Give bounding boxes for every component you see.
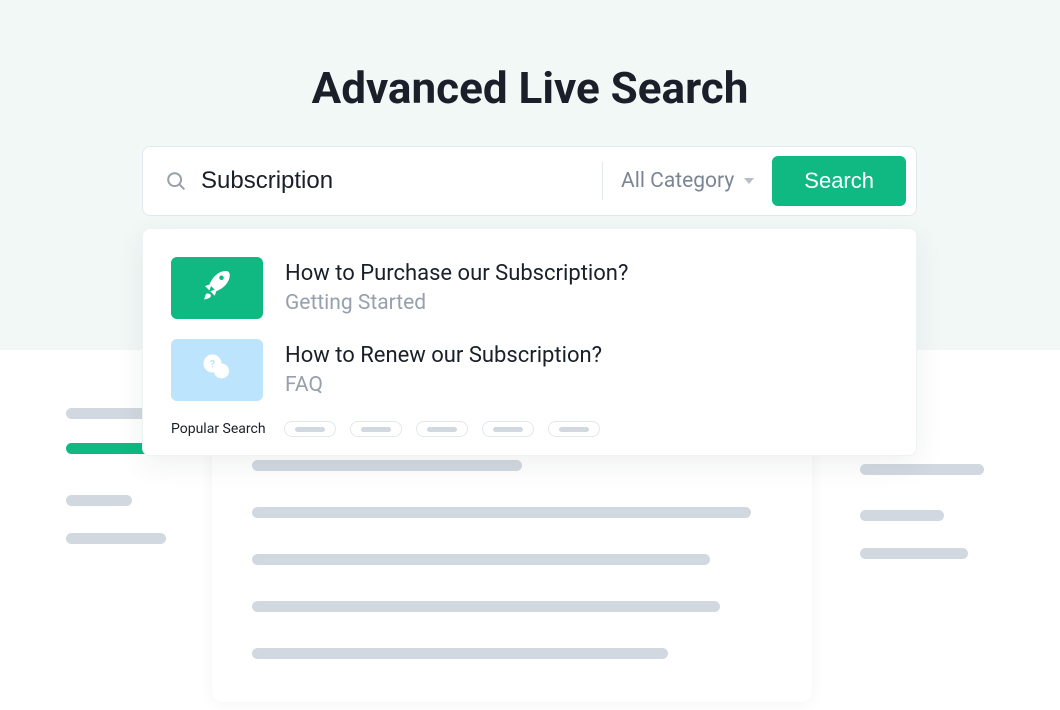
- sidebar-stub: [66, 495, 132, 506]
- search-icon: [165, 170, 187, 192]
- rocket-icon: [199, 268, 235, 308]
- search-bar: All Category Search: [142, 146, 917, 216]
- search-results-dropdown: How to Purchase our Subscription? Gettin…: [142, 228, 917, 456]
- right-stub: [860, 464, 984, 475]
- result-thumb: ?: [171, 339, 263, 401]
- popular-search-pill[interactable]: [350, 421, 402, 437]
- search-input[interactable]: [201, 167, 594, 195]
- result-category: Getting Started: [285, 289, 628, 317]
- divider: [602, 162, 603, 200]
- search-result[interactable]: How to Purchase our Subscription? Gettin…: [171, 257, 888, 319]
- result-category: FAQ: [285, 371, 602, 399]
- sidebar-stub: [66, 533, 166, 544]
- popular-search-pill[interactable]: [482, 421, 534, 437]
- category-selected-label: All Category: [621, 169, 734, 193]
- sidebar-stub: [66, 408, 148, 419]
- result-title: How to Renew our Subscription?: [285, 341, 602, 371]
- popular-search-pill[interactable]: [548, 421, 600, 437]
- chat-icon: ?: [199, 350, 235, 390]
- popular-search-row: Popular Search: [171, 421, 888, 437]
- popular-search-label: Popular Search: [171, 421, 266, 437]
- right-stub: [860, 548, 968, 559]
- content-card-skeleton: [212, 422, 812, 702]
- search-button[interactable]: Search: [772, 156, 906, 206]
- search-result[interactable]: ? How to Renew our Subscription? FAQ: [171, 339, 888, 401]
- svg-text:?: ?: [210, 357, 215, 370]
- result-thumb: [171, 257, 263, 319]
- popular-search-pill[interactable]: [284, 421, 336, 437]
- page-title: Advanced Live Search: [0, 62, 1060, 114]
- chevron-down-icon: [744, 178, 754, 184]
- result-title: How to Purchase our Subscription?: [285, 259, 628, 289]
- right-stub: [860, 510, 944, 521]
- category-select[interactable]: All Category: [621, 169, 754, 193]
- popular-search-pill[interactable]: [416, 421, 468, 437]
